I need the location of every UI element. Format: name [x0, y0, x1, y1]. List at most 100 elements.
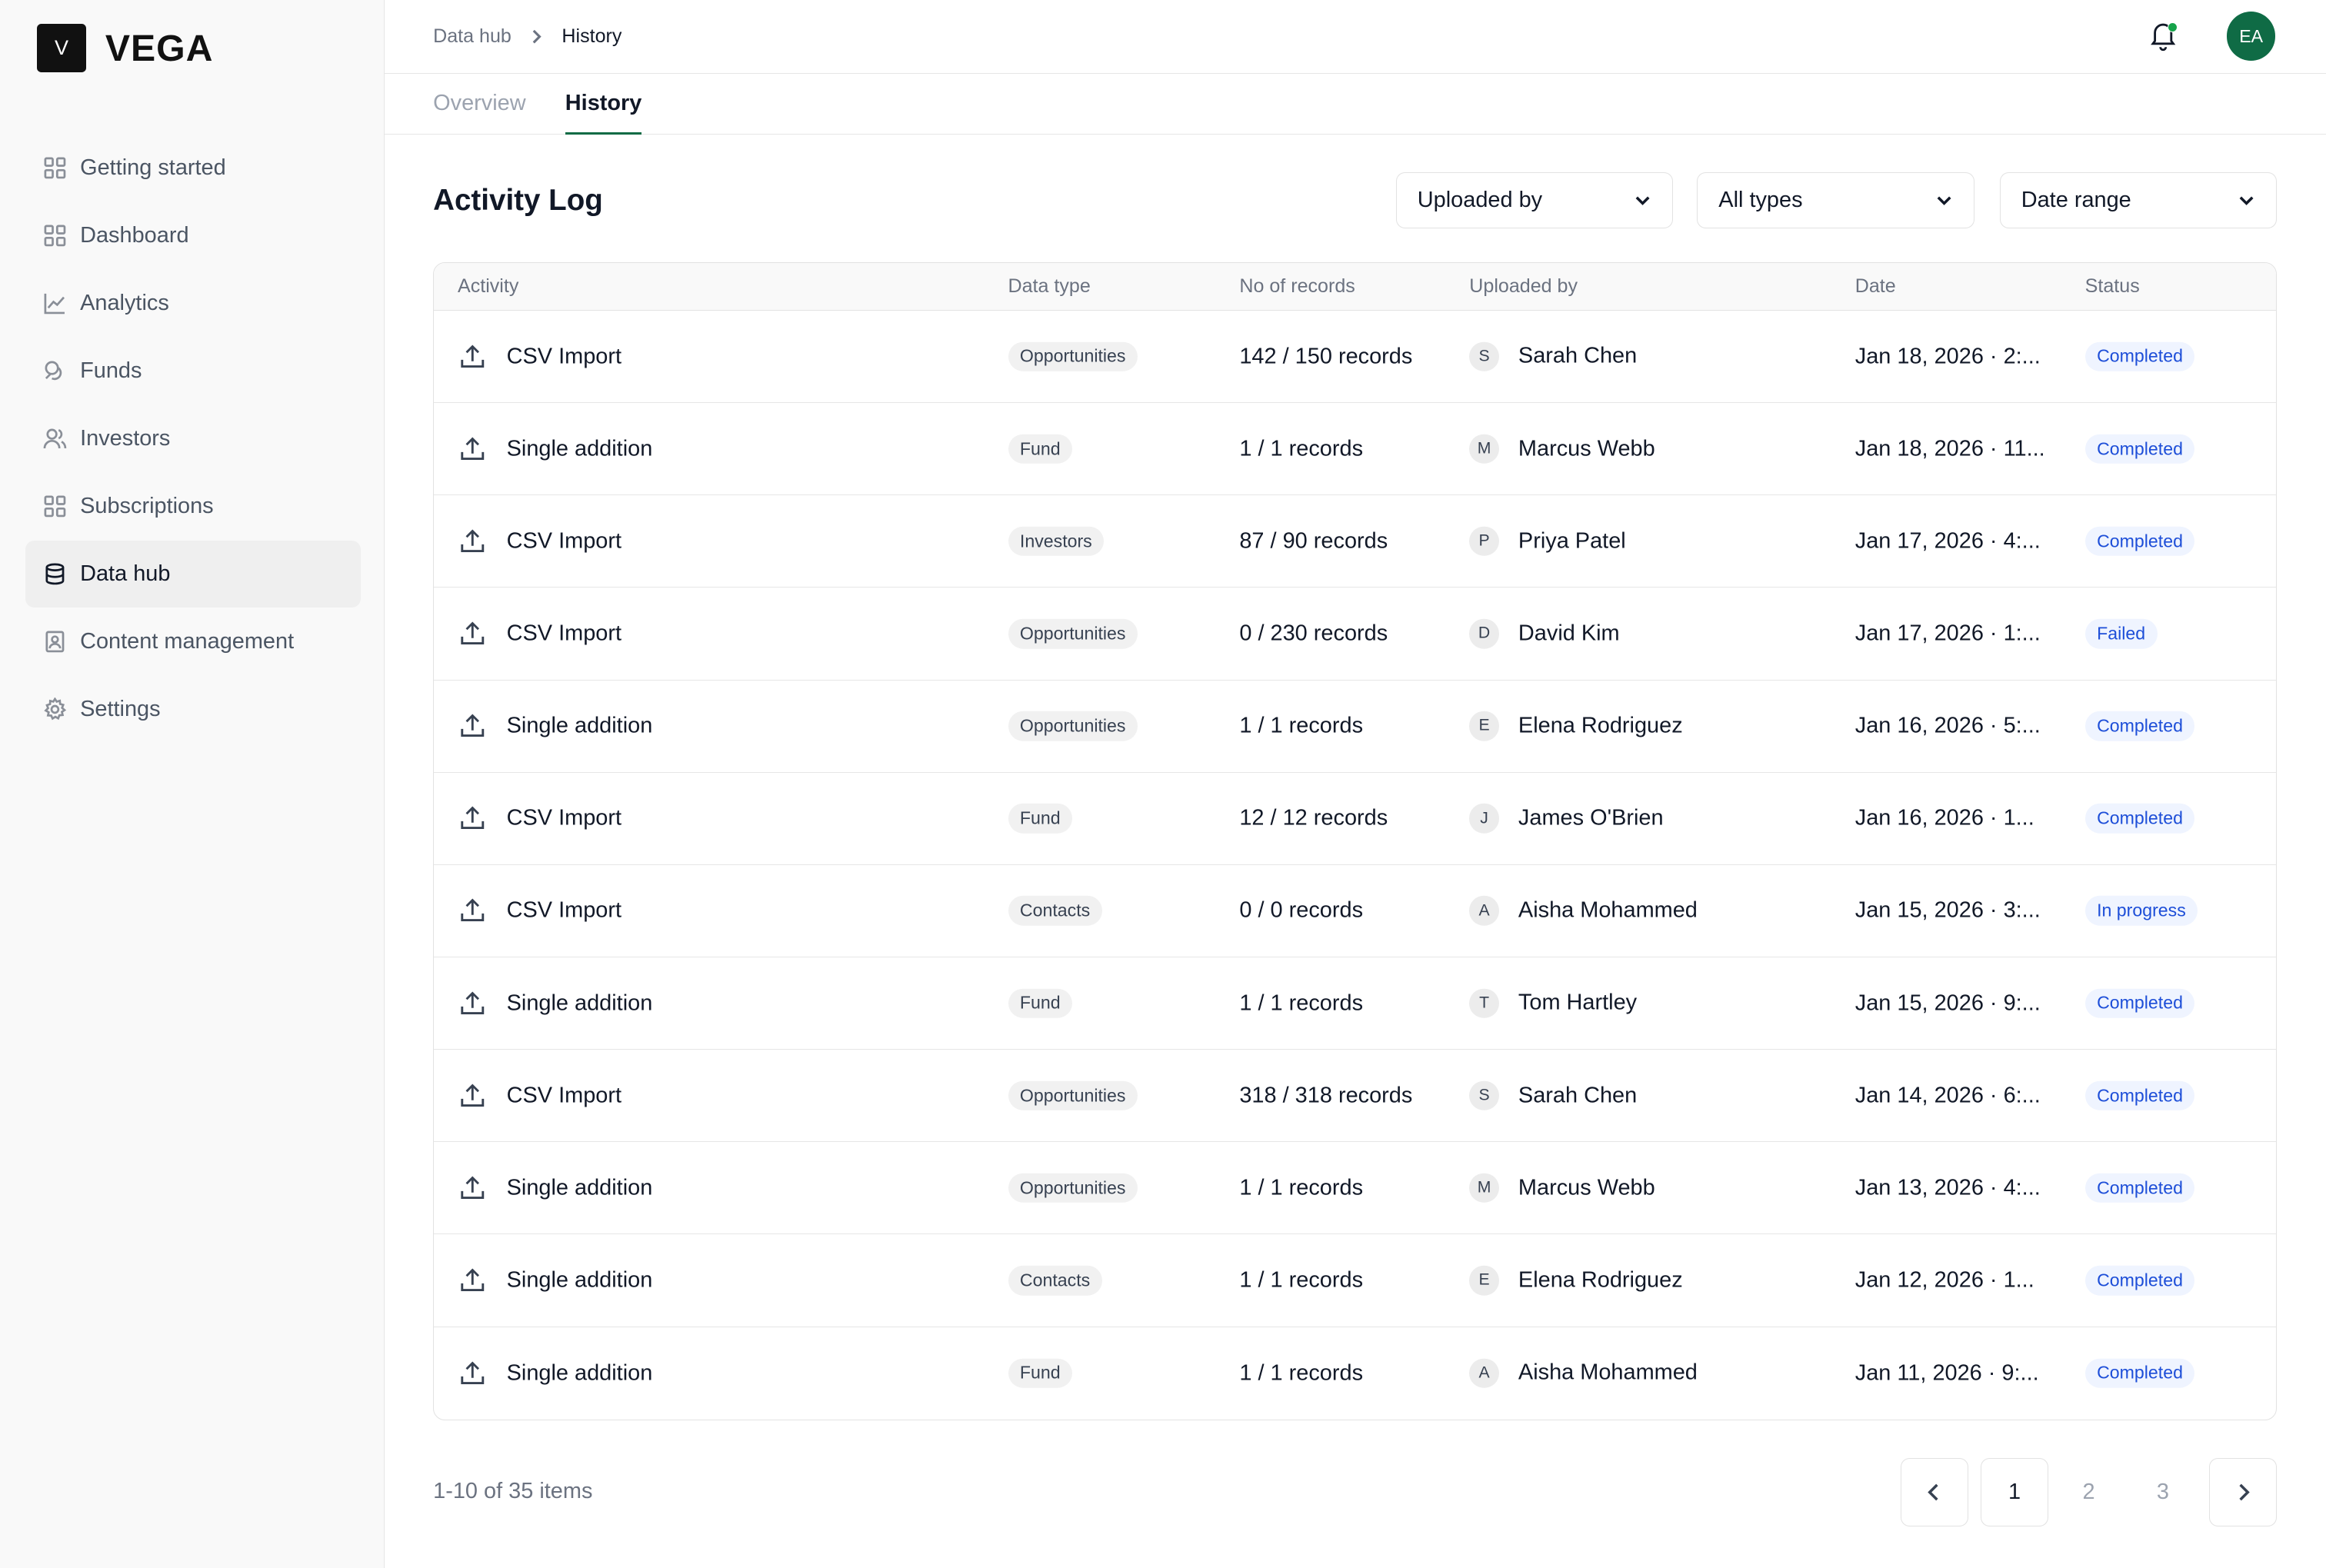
records-count: 1 / 1 records — [1239, 990, 1363, 1016]
filter-label: Uploaded by — [1418, 188, 1542, 213]
data-type-badge: Opportunities — [1008, 711, 1138, 741]
column-header-records[interactable]: No of records — [1239, 275, 1355, 298]
table-row[interactable]: CSV ImportOpportunities142 / 150 records… — [434, 311, 2276, 403]
activity-date: Jan 16, 2026 · 5:... — [1855, 714, 2048, 739]
user-initial-avatar: A — [1469, 1358, 1499, 1388]
sidebar-item-label: Dashboard — [80, 223, 188, 248]
gear-icon — [43, 697, 67, 721]
data-type-badge: Fund — [1008, 434, 1073, 464]
column-header-data-type[interactable]: Data type — [1008, 275, 1091, 298]
activity-name: Single addition — [507, 714, 653, 739]
sidebar-item-analytics[interactable]: Analytics — [25, 270, 361, 337]
records-count: 0 / 230 records — [1239, 621, 1388, 647]
user-initial-avatar: S — [1469, 341, 1499, 371]
sidebar-item-label: Analytics — [80, 291, 169, 316]
status-badge: Completed — [2085, 711, 2195, 741]
table-header: Activity Data type No of records Uploade… — [434, 263, 2276, 311]
activity-name: Single addition — [507, 436, 653, 461]
sidebar-item-content-management[interactable]: Content management — [25, 608, 361, 675]
user-initial-avatar: S — [1469, 1080, 1499, 1110]
sidebar-item-getting-started[interactable]: Getting started — [25, 135, 361, 202]
previous-page-button[interactable] — [1901, 1458, 1969, 1526]
activity-date: Jan 17, 2026 · 1:... — [1855, 621, 2048, 647]
user-initial-avatar: M — [1469, 1174, 1499, 1203]
pagination-bar: 1-10 of 35 items 1 2 3 — [433, 1458, 2277, 1526]
data-type-badge: Investors — [1008, 527, 1105, 557]
users-icon — [43, 427, 67, 451]
column-header-activity[interactable]: Activity — [458, 275, 518, 298]
activity-name: Single addition — [507, 1268, 653, 1293]
data-type-badge: Opportunities — [1008, 1174, 1138, 1203]
user-avatar[interactable]: EA — [2227, 12, 2276, 61]
data-type-badge: Fund — [1008, 1358, 1073, 1388]
coins-icon — [43, 359, 67, 383]
status-badge: In progress — [2085, 896, 2198, 926]
uploader: PPriya Patel — [1469, 527, 1625, 557]
uploaded-by-filter[interactable]: Uploaded by — [1396, 172, 1674, 228]
table-row[interactable]: CSV ImportFund12 / 12 recordsJJames O'Br… — [434, 773, 2276, 865]
table-row[interactable]: Single additionFund1 / 1 recordsAAisha M… — [434, 1327, 2276, 1420]
records-count: 87 / 90 records — [1239, 528, 1388, 554]
status-badge: Completed — [2085, 988, 2195, 1018]
sidebar-item-label: Data hub — [80, 561, 170, 587]
status-badge: Completed — [2085, 804, 2195, 834]
brand-logo[interactable]: V VEGA — [37, 24, 213, 73]
tab-overview[interactable]: Overview — [433, 91, 525, 135]
table-row[interactable]: Single additionOpportunities1 / 1 record… — [434, 1142, 2276, 1234]
document-icon — [43, 630, 67, 654]
tab-bar: Overview History — [385, 74, 2326, 135]
table-row[interactable]: CSV ImportContacts0 / 0 recordsAAisha Mo… — [434, 865, 2276, 957]
uploader-name: Marcus Webb — [1518, 1175, 1655, 1200]
next-page-button[interactable] — [2209, 1458, 2278, 1526]
activity-date: Jan 18, 2026 · 2:... — [1855, 344, 2048, 369]
user-initial-avatar: E — [1469, 711, 1499, 741]
records-count: 318 / 318 records — [1239, 1083, 1412, 1108]
uploader-name: Elena Rodriguez — [1518, 714, 1683, 739]
brand-name: VEGA — [105, 27, 213, 70]
records-count: 1 / 1 records — [1239, 436, 1363, 461]
user-initial-avatar: T — [1469, 988, 1499, 1018]
activity-date: Jan 13, 2026 · 4:... — [1855, 1175, 2048, 1200]
table-row[interactable]: Single additionFund1 / 1 recordsMMarcus … — [434, 403, 2276, 495]
notification-bell-icon[interactable] — [2147, 19, 2179, 52]
sidebar-item-subscriptions[interactable]: Subscriptions — [25, 473, 361, 540]
breadcrumb: Data hub History — [433, 25, 621, 48]
uploader: EElena Rodriguez — [1469, 1266, 1682, 1296]
breadcrumb-data-hub[interactable]: Data hub — [433, 25, 512, 48]
user-initial-avatar: A — [1469, 896, 1499, 926]
table-row[interactable]: CSV ImportOpportunities0 / 230 recordsDD… — [434, 588, 2276, 680]
sidebar-item-label: Settings — [80, 697, 160, 722]
data-type-filter[interactable]: All types — [1697, 172, 1974, 228]
uploader-name: Sarah Chen — [1518, 1083, 1637, 1108]
date-range-filter[interactable]: Date range — [2000, 172, 2278, 228]
table-row[interactable]: Single additionOpportunities1 / 1 record… — [434, 681, 2276, 773]
upload-icon — [458, 988, 488, 1018]
page-title: Activity Log — [433, 184, 603, 218]
table-row[interactable]: CSV ImportOpportunities318 / 318 records… — [434, 1050, 2276, 1142]
sidebar-item-data-hub[interactable]: Data hub — [25, 541, 361, 608]
table-row[interactable]: CSV ImportInvestors87 / 90 recordsPPriya… — [434, 495, 2276, 588]
chevron-left-icon — [1924, 1482, 1944, 1503]
uploader: M Marcus Webb — [1469, 1174, 1655, 1203]
upload-icon — [458, 341, 488, 371]
sidebar-item-investors[interactable]: Investors — [25, 405, 361, 472]
sidebar: V VEGA Getting started Dashboard Analytics… — [0, 0, 385, 1568]
column-header-date[interactable]: Date — [1855, 275, 1896, 298]
sidebar-item-label: Subscriptions — [80, 494, 214, 519]
page-2-button[interactable]: 2 — [2054, 1458, 2123, 1526]
column-header-status[interactable]: Status — [2085, 275, 2140, 298]
tab-history[interactable]: History — [565, 91, 642, 135]
activity-name: CSV Import — [507, 898, 621, 924]
uploader: TTom Hartley — [1469, 988, 1637, 1018]
table-row[interactable]: Single additionContacts1 / 1 recordsEEle… — [434, 1234, 2276, 1327]
sidebar-item-funds[interactable]: Funds — [25, 338, 361, 404]
column-header-uploaded-by[interactable]: Uploaded by — [1469, 275, 1578, 298]
filter-label: All types — [1718, 188, 1802, 213]
sidebar-item-dashboard[interactable]: Dashboard — [25, 202, 361, 269]
table-row[interactable]: Single additionFund1 / 1 recordsTTom Har… — [434, 957, 2276, 1050]
user-initial-avatar: E — [1469, 1266, 1499, 1296]
page-3-button[interactable]: 3 — [2129, 1458, 2198, 1526]
page-1-button[interactable]: 1 — [1981, 1458, 2049, 1526]
sidebar-item-settings[interactable]: Settings — [25, 676, 361, 743]
line-chart-icon — [43, 291, 67, 315]
